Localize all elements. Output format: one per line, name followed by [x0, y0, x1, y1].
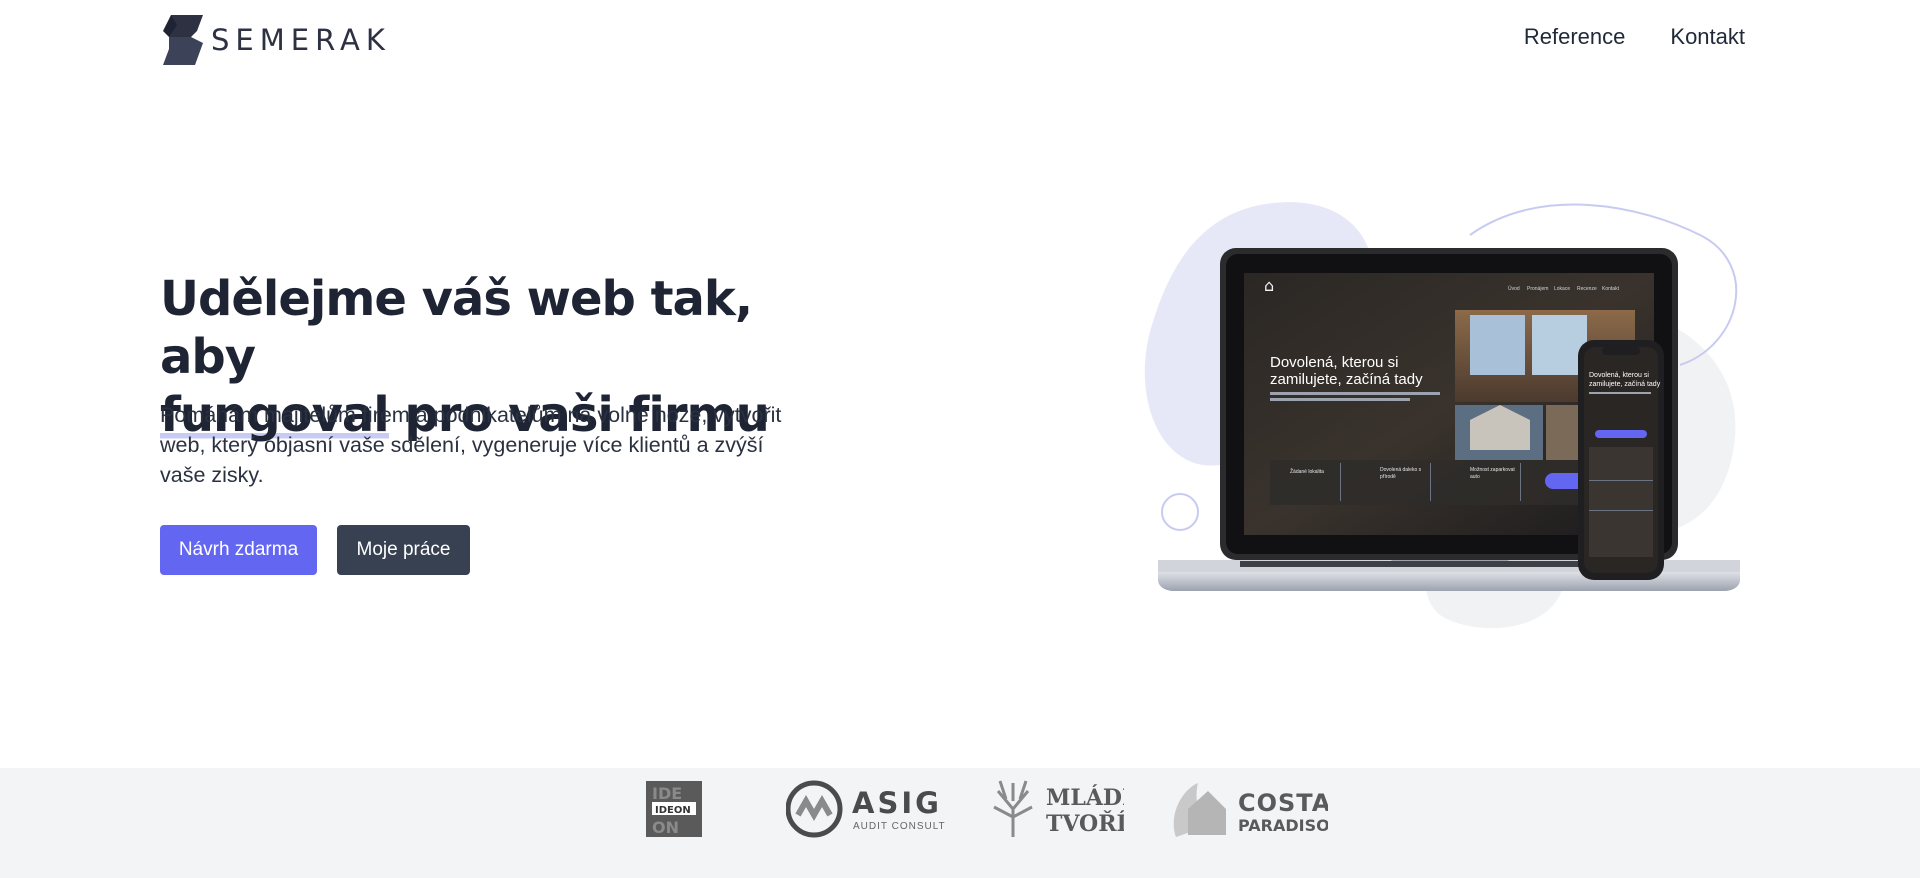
ideon-logo-text: IDEON [655, 805, 691, 816]
free-proposal-button[interactable]: Návrh zdarma [160, 525, 317, 575]
svg-text:⌂: ⌂ [1264, 276, 1274, 295]
svg-text:Lokace: Lokace [1554, 286, 1570, 292]
hero-subtitle: Pomáhám majitelům firem a podnikatelům n… [160, 403, 782, 487]
svg-text:Úvod: Úvod [1508, 285, 1520, 292]
hero-title-line1: Udělejme váš web tak, aby [160, 271, 753, 385]
svg-text:Recenze: Recenze [1577, 286, 1597, 292]
svg-text:zamilujete, začíná tady: zamilujete, začíná tady [1589, 381, 1661, 388]
ideon-logo: IDE IDEON ON [646, 778, 702, 840]
svg-text:Dovolená daleko s: Dovolená daleko s [1380, 467, 1422, 473]
costa-paradiso-logo: COSTA PARADISO [1168, 778, 1328, 840]
paradiso-logo-text: PARADISO [1238, 816, 1328, 835]
costa-logo-text: COSTA [1238, 789, 1328, 817]
brand-logo[interactable]: SEMERAK [163, 14, 391, 66]
svg-text:přírodě: přírodě [1380, 474, 1396, 480]
mladi-tvori-logo: MLÁDÍ TVOŘÍ [988, 778, 1124, 840]
devices-mockup-image: ⌂ Úvod Pronájem Lokace Recenze Kontakt D… [1140, 195, 1760, 645]
svg-text:Kontakt: Kontakt [1602, 286, 1620, 292]
svg-text:Možnost zaparkovat: Možnost zaparkovat [1470, 467, 1515, 473]
svg-text:ON: ON [652, 818, 679, 837]
svg-text:Pronájem: Pronájem [1527, 286, 1548, 292]
svg-text:auto: auto [1470, 474, 1480, 480]
semerak-logo-icon [163, 15, 203, 65]
svg-text:zamilujete, začíná tady: zamilujete, začíná tady [1270, 371, 1423, 388]
svg-text:Dovolená, kterou si: Dovolená, kterou si [1270, 354, 1398, 371]
site-header: SEMERAK Reference Kontakt [0, 0, 1920, 80]
svg-text:Dovolená, kterou si: Dovolená, kterou si [1589, 372, 1649, 379]
svg-text:Žádané lokalita: Žádané lokalita [1290, 467, 1324, 475]
nav-link-kontakt[interactable]: Kontakt [1670, 24, 1745, 50]
mladi-logo-text: MLÁDÍ [1046, 784, 1124, 811]
tvori-logo-text: TVOŘÍ [1046, 810, 1124, 837]
asig-logo: ASIG AUDIT CONSULT [786, 778, 946, 840]
nav-link-reference[interactable]: Reference [1524, 24, 1626, 50]
decor-circle [1161, 493, 1199, 531]
client-logos-strip: IDE IDEON ON ASIG AUDIT CONSULT MLÁDÍ TV… [0, 768, 1920, 878]
my-work-button[interactable]: Moje práce [337, 525, 470, 575]
svg-text:IDE: IDE [652, 784, 682, 803]
asig-logo-subtext: AUDIT CONSULT [853, 821, 946, 832]
main-nav: Reference Kontakt [1524, 24, 1745, 50]
asig-logo-text: ASIG [852, 786, 942, 820]
brand-name: SEMERAK [211, 23, 391, 57]
